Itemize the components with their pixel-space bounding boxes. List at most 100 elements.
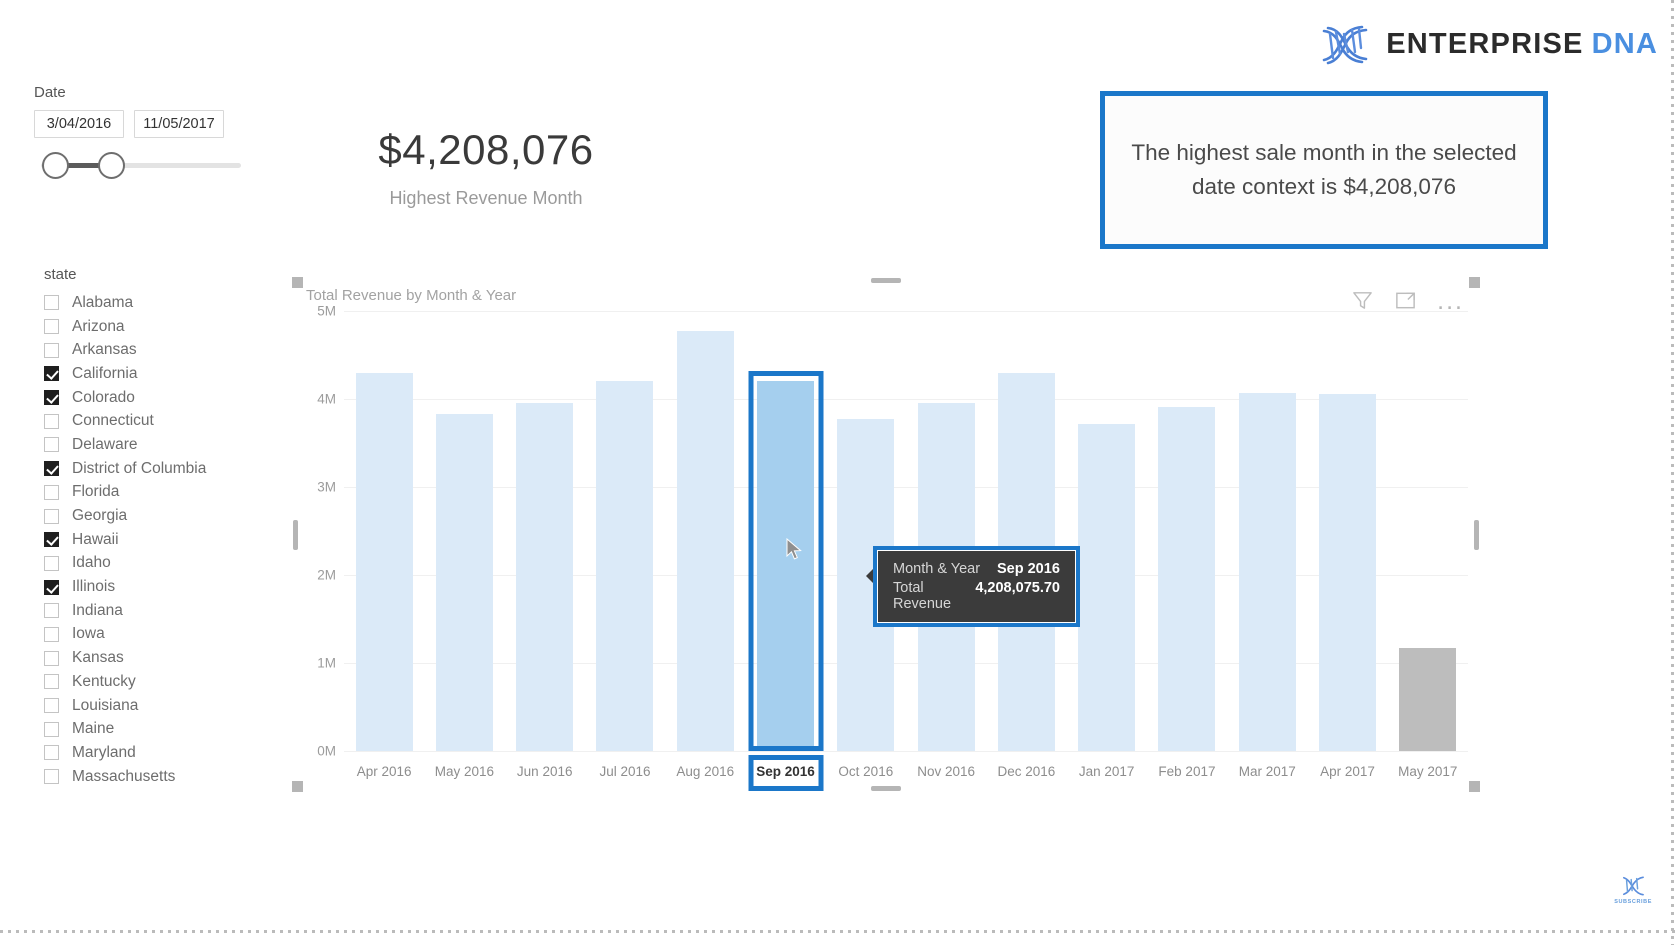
state-slicer-item[interactable]: Connecticut bbox=[44, 409, 279, 433]
state-slicer-item[interactable]: Colorado bbox=[44, 386, 279, 410]
checkbox-unchecked-icon[interactable] bbox=[44, 698, 59, 714]
chart-bar[interactable] bbox=[1319, 393, 1376, 751]
checkbox-unchecked-icon[interactable] bbox=[44, 484, 59, 500]
resize-handle-top-right[interactable] bbox=[1469, 277, 1480, 288]
checkbox-unchecked-icon[interactable] bbox=[44, 674, 59, 690]
state-slicer-item[interactable]: Iowa bbox=[44, 623, 279, 647]
resize-handle-top-left[interactable] bbox=[292, 277, 303, 288]
state-slicer[interactable]: state Alabama Arizona Arkansas California Co… bbox=[44, 266, 279, 788]
x-axis-tick-label[interactable]: Nov 2016 bbox=[906, 755, 986, 795]
slider-handle-end[interactable] bbox=[98, 152, 125, 179]
resize-handle-right-middle[interactable] bbox=[1474, 519, 1479, 550]
x-axis-tick-label[interactable]: Mar 2017 bbox=[1227, 755, 1307, 795]
chart-bar[interactable] bbox=[516, 403, 574, 751]
chart-bar-slot[interactable] bbox=[745, 311, 825, 751]
checkbox-unchecked-icon[interactable] bbox=[44, 650, 59, 666]
x-axis-tick-label[interactable]: Jul 2016 bbox=[585, 755, 665, 795]
chart-bar[interactable] bbox=[1158, 406, 1216, 751]
date-end-input[interactable]: 11/05/2017 bbox=[134, 110, 224, 138]
checkbox-unchecked-icon[interactable] bbox=[44, 555, 59, 571]
chart-bar-slot[interactable] bbox=[986, 311, 1066, 751]
checkbox-checked-icon[interactable] bbox=[44, 579, 59, 595]
chart-bar-slot[interactable] bbox=[1227, 311, 1307, 751]
subscribe-badge[interactable]: SUBSCRIBE bbox=[1614, 875, 1652, 905]
state-slicer-item[interactable]: Hawaii bbox=[44, 528, 279, 552]
insight-text-box[interactable]: The highest sale month in the selected d… bbox=[1100, 91, 1548, 249]
x-axis-tick-label[interactable]: Feb 2017 bbox=[1147, 755, 1227, 795]
kpi-card[interactable]: $4,208,076 Highest Revenue Month bbox=[336, 126, 636, 209]
chart-bar[interactable] bbox=[355, 372, 413, 751]
state-slicer-item[interactable]: Florida bbox=[44, 481, 279, 505]
state-slicer-item[interactable]: Indiana bbox=[44, 599, 279, 623]
state-slicer-item[interactable]: Arizona bbox=[44, 315, 279, 339]
chart-bar-slot[interactable] bbox=[1067, 311, 1147, 751]
state-slicer-item[interactable]: California bbox=[44, 362, 279, 386]
checkbox-checked-icon[interactable] bbox=[44, 390, 59, 406]
x-axis-tick-label[interactable]: Sep 2016 bbox=[745, 755, 825, 795]
state-slicer-item[interactable]: Alabama bbox=[44, 291, 279, 315]
state-slicer-item[interactable]: Georgia bbox=[44, 504, 279, 528]
checkbox-unchecked-icon[interactable] bbox=[44, 319, 59, 335]
state-slicer-item[interactable]: Idaho bbox=[44, 552, 279, 576]
revenue-bar-chart-visual[interactable]: Total Revenue by Month & Year ... 5M 4M 3M… bbox=[292, 277, 1480, 792]
x-axis-tick-label[interactable]: Apr 2017 bbox=[1307, 755, 1387, 795]
resize-handle-top-middle[interactable] bbox=[871, 278, 901, 283]
checkbox-unchecked-icon[interactable] bbox=[44, 508, 59, 524]
date-start-input[interactable]: 3/04/2016 bbox=[34, 110, 124, 138]
checkbox-unchecked-icon[interactable] bbox=[44, 769, 59, 785]
checkbox-checked-icon[interactable] bbox=[44, 461, 59, 477]
focus-mode-icon[interactable] bbox=[1394, 289, 1417, 312]
checkbox-unchecked-icon[interactable] bbox=[44, 745, 59, 761]
resize-handle-bottom-left[interactable] bbox=[292, 781, 303, 792]
x-axis-tick-label[interactable]: Jun 2016 bbox=[505, 755, 585, 795]
chart-bar-selected[interactable] bbox=[757, 380, 815, 751]
chart-bar-slot[interactable] bbox=[906, 311, 986, 751]
chart-bar-slot[interactable] bbox=[585, 311, 665, 751]
checkbox-checked-icon[interactable] bbox=[44, 366, 59, 382]
checkbox-checked-icon[interactable] bbox=[44, 532, 59, 548]
checkbox-unchecked-icon[interactable] bbox=[44, 437, 59, 453]
chart-bar[interactable] bbox=[1399, 648, 1457, 751]
x-axis-tick-label[interactable]: Aug 2016 bbox=[665, 755, 745, 795]
chart-bar[interactable] bbox=[1078, 423, 1136, 751]
checkbox-unchecked-icon[interactable] bbox=[44, 721, 59, 737]
state-slicer-item[interactable]: Maryland bbox=[44, 741, 279, 765]
checkbox-unchecked-icon[interactable] bbox=[44, 626, 59, 642]
chart-bar[interactable] bbox=[676, 331, 734, 751]
x-axis-tick-label[interactable]: Jan 2017 bbox=[1067, 755, 1147, 795]
x-axis-tick-label[interactable]: May 2016 bbox=[424, 755, 504, 795]
chart-bar-slot[interactable] bbox=[505, 311, 585, 751]
chart-bar-slot[interactable] bbox=[665, 311, 745, 751]
x-axis-tick-label[interactable]: Apr 2016 bbox=[344, 755, 424, 795]
chart-bar-slot[interactable] bbox=[424, 311, 504, 751]
chart-bar-slot[interactable] bbox=[1388, 311, 1468, 751]
state-slicer-item[interactable]: Delaware bbox=[44, 433, 279, 457]
state-slicer-item[interactable]: Kansas bbox=[44, 646, 279, 670]
checkbox-unchecked-icon[interactable] bbox=[44, 295, 59, 311]
checkbox-unchecked-icon[interactable] bbox=[44, 413, 59, 429]
funnel-icon[interactable] bbox=[1351, 289, 1374, 312]
state-slicer-item[interactable]: Arkansas bbox=[44, 338, 279, 362]
date-slicer[interactable]: Date 3/04/2016 11/05/2017 bbox=[34, 84, 264, 182]
slider-handle-start[interactable] bbox=[42, 152, 69, 179]
resize-handle-left-middle[interactable] bbox=[293, 519, 298, 550]
chart-bar[interactable] bbox=[596, 381, 654, 751]
x-axis-tick-label[interactable]: May 2017 bbox=[1388, 755, 1468, 795]
x-axis-tick-label[interactable]: Oct 2016 bbox=[826, 755, 906, 795]
chart-bar[interactable] bbox=[1238, 392, 1296, 751]
chart-bar-slot[interactable] bbox=[1307, 311, 1387, 751]
more-options-icon[interactable]: ... bbox=[1437, 288, 1464, 313]
state-slicer-item[interactable]: Kentucky bbox=[44, 670, 279, 694]
state-slicer-item[interactable]: Illinois bbox=[44, 575, 279, 599]
checkbox-unchecked-icon[interactable] bbox=[44, 603, 59, 619]
state-slicer-item[interactable]: Massachusetts bbox=[44, 765, 279, 789]
chart-bar-slot[interactable] bbox=[344, 311, 424, 751]
x-axis-tick-label[interactable]: Dec 2016 bbox=[986, 755, 1066, 795]
checkbox-unchecked-icon[interactable] bbox=[44, 342, 59, 358]
chart-bar-slot[interactable] bbox=[1147, 311, 1227, 751]
date-range-slider[interactable] bbox=[34, 148, 264, 182]
chart-bar[interactable] bbox=[435, 413, 493, 751]
state-slicer-item[interactable]: District of Columbia bbox=[44, 457, 279, 481]
state-slicer-item[interactable]: Louisiana bbox=[44, 694, 279, 718]
resize-handle-bottom-right[interactable] bbox=[1469, 781, 1480, 792]
